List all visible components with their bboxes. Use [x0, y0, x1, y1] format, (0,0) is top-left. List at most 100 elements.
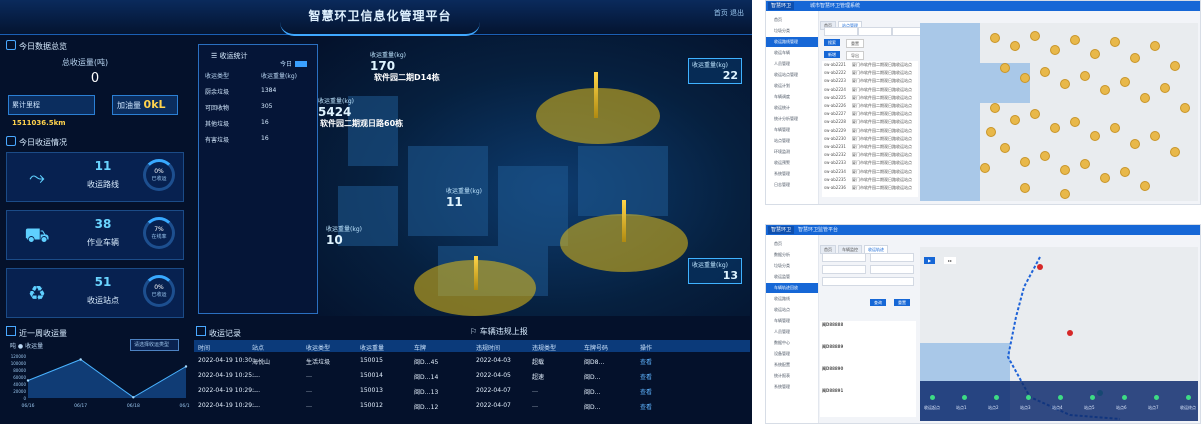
- sidebar-item[interactable]: 人员管理: [766, 59, 818, 69]
- export-button[interactable]: 导出: [846, 51, 864, 60]
- sidebar-item[interactable]: 垃圾分类: [766, 26, 818, 36]
- sidebar-item[interactable]: 首页: [766, 15, 818, 25]
- waypoint-marker-icon[interactable]: [1067, 330, 1073, 336]
- list-item-id[interactable]: sw-ab2222: [824, 69, 846, 77]
- vehicle-item[interactable]: 闽D88891: [822, 387, 843, 395]
- list-item-id[interactable]: sw-ab2227: [824, 110, 846, 118]
- type-select[interactable]: 请选择收运类型: [130, 339, 179, 351]
- sidebar-item[interactable]: 收运车辆: [766, 48, 818, 58]
- data-point[interactable]: [79, 358, 82, 361]
- station-marker-icon[interactable]: [1170, 61, 1180, 71]
- timeline-node-icon[interactable]: [962, 395, 967, 400]
- station-marker-icon[interactable]: [1040, 151, 1050, 161]
- station-marker-icon[interactable]: [986, 127, 996, 137]
- date-input[interactable]: [822, 265, 866, 274]
- vehicle-item[interactable]: 闽D88889: [822, 343, 843, 351]
- list-item-id[interactable]: sw-ab2232: [824, 151, 846, 159]
- sidebar-item[interactable]: 日志管理: [766, 180, 818, 190]
- station-map[interactable]: [920, 23, 1198, 201]
- sidebar-item[interactable]: 环境监测: [766, 147, 818, 157]
- view-link[interactable]: 查看: [640, 357, 652, 366]
- station-label[interactable]: 收运重量(kg) 11: [446, 186, 482, 209]
- sidebar-item[interactable]: 设备管理: [766, 349, 818, 359]
- sidebar-item[interactable]: 数据中心: [766, 338, 818, 348]
- station-marker-icon[interactable]: [1140, 181, 1150, 191]
- view-link[interactable]: 查看: [640, 372, 652, 381]
- station-marker-icon[interactable]: [1170, 147, 1180, 157]
- station-marker-icon[interactable]: [1140, 93, 1150, 103]
- header-links[interactable]: 首页 退出: [714, 8, 744, 18]
- speed-control[interactable]: ▸▸: [944, 257, 957, 264]
- trajectory-map[interactable]: ▶ ▸▸ 收运起点 站点1 站点2 站点3 站点4 站点5 站点6 站点7 收运终点: [920, 247, 1198, 421]
- sidebar-item[interactable]: 收运路线: [766, 294, 818, 304]
- list-item-id[interactable]: sw-ab2235: [824, 176, 846, 184]
- reset-button[interactable]: 重置: [894, 299, 910, 306]
- list-item-id[interactable]: sw-ab2223: [824, 77, 846, 85]
- play-button[interactable]: ▶: [924, 257, 936, 264]
- sidebar-item[interactable]: 车辆管理: [766, 125, 818, 135]
- list-item-id[interactable]: sw-ab2228: [824, 118, 846, 126]
- station-marker-icon[interactable]: [1090, 49, 1100, 59]
- vehicle-item[interactable]: 闽D88890: [822, 365, 843, 373]
- list-item-id[interactable]: sw-ab2221: [824, 61, 846, 69]
- station-label[interactable]: 收运重量(kg) 170: [370, 50, 406, 73]
- sidebar-item[interactable]: 垃圾分类: [766, 261, 818, 271]
- filter-input[interactable]: [824, 27, 858, 36]
- date-input[interactable]: [822, 253, 866, 262]
- list-item-id[interactable]: sw-ab2229: [824, 127, 846, 135]
- station-marker-icon[interactable]: [1090, 131, 1100, 141]
- sidebar-item[interactable]: 收运监管: [766, 272, 818, 282]
- data-point[interactable]: [26, 379, 30, 382]
- vehicle-item[interactable]: 闽D88888: [822, 321, 843, 329]
- list-item-id[interactable]: sw-ab2236: [824, 184, 846, 192]
- station-marker-icon[interactable]: [1010, 115, 1020, 125]
- station-box[interactable]: 收运重量(kg) 22: [688, 58, 742, 84]
- station-marker-icon[interactable]: [1110, 123, 1120, 133]
- reset-button[interactable]: 重置: [846, 39, 864, 48]
- station-marker-icon[interactable]: [1030, 31, 1040, 41]
- station-box[interactable]: 收运重量(kg) 13: [688, 258, 742, 284]
- add-button[interactable]: 新增: [824, 51, 840, 58]
- station-marker-icon[interactable]: [1040, 67, 1050, 77]
- station-marker-icon[interactable]: [1110, 37, 1120, 47]
- station-marker-icon[interactable]: [1070, 35, 1080, 45]
- station-marker-icon[interactable]: [1120, 167, 1130, 177]
- station-marker-icon[interactable]: [1180, 103, 1190, 113]
- sidebar-item[interactable]: 收运预警: [766, 158, 818, 168]
- data-point[interactable]: [132, 396, 135, 399]
- data-point[interactable]: [184, 365, 188, 368]
- sidebar-item[interactable]: 收运统计: [766, 103, 818, 113]
- sidebar-item[interactable]: 人员管理: [766, 327, 818, 337]
- view-link[interactable]: 查看: [640, 402, 652, 411]
- station-marker-icon[interactable]: [1070, 117, 1080, 127]
- filter-input[interactable]: [858, 27, 892, 36]
- station-marker-icon[interactable]: [1130, 139, 1140, 149]
- sidebar-item[interactable]: 车辆管理: [766, 316, 818, 326]
- station-marker-icon[interactable]: [1050, 45, 1060, 55]
- timeline-node-icon[interactable]: [1026, 395, 1031, 400]
- timeline-node-icon[interactable]: [1122, 395, 1127, 400]
- station-marker-icon[interactable]: [1080, 159, 1090, 169]
- station-marker-icon[interactable]: [990, 33, 1000, 43]
- timeline-node-icon[interactable]: [994, 395, 999, 400]
- station-marker-icon[interactable]: [1000, 63, 1010, 73]
- city-3d-map[interactable]: 收运重量(kg) 170 软件园二期D14栋 收运重量(kg) 5424 软件园二期…: [318, 36, 750, 316]
- search-button[interactable]: 搜索: [824, 39, 840, 46]
- date-input[interactable]: [870, 253, 914, 262]
- station-marker-icon[interactable]: [1120, 77, 1130, 87]
- station-marker-icon[interactable]: [1060, 165, 1070, 175]
- timeline-node-icon[interactable]: [1090, 395, 1095, 400]
- list-item-id[interactable]: sw-ab2234: [824, 168, 846, 176]
- sidebar-item[interactable]: 收运站点管理: [766, 70, 818, 80]
- station-marker-icon[interactable]: [1150, 131, 1160, 141]
- start-marker-icon[interactable]: [1037, 264, 1043, 270]
- date-input[interactable]: [870, 265, 914, 274]
- sidebar-item[interactable]: 收运路线管理: [766, 37, 818, 47]
- station-marker-icon[interactable]: [1020, 157, 1030, 167]
- station-marker-icon[interactable]: [1100, 85, 1110, 95]
- sidebar-item[interactable]: 系统配置: [766, 360, 818, 370]
- sidebar-item[interactable]: 系统管理: [766, 382, 818, 392]
- list-item-id[interactable]: sw-ab2225: [824, 94, 846, 102]
- sidebar-item[interactable]: 数据分析: [766, 250, 818, 260]
- sidebar-item[interactable]: 首页: [766, 239, 818, 249]
